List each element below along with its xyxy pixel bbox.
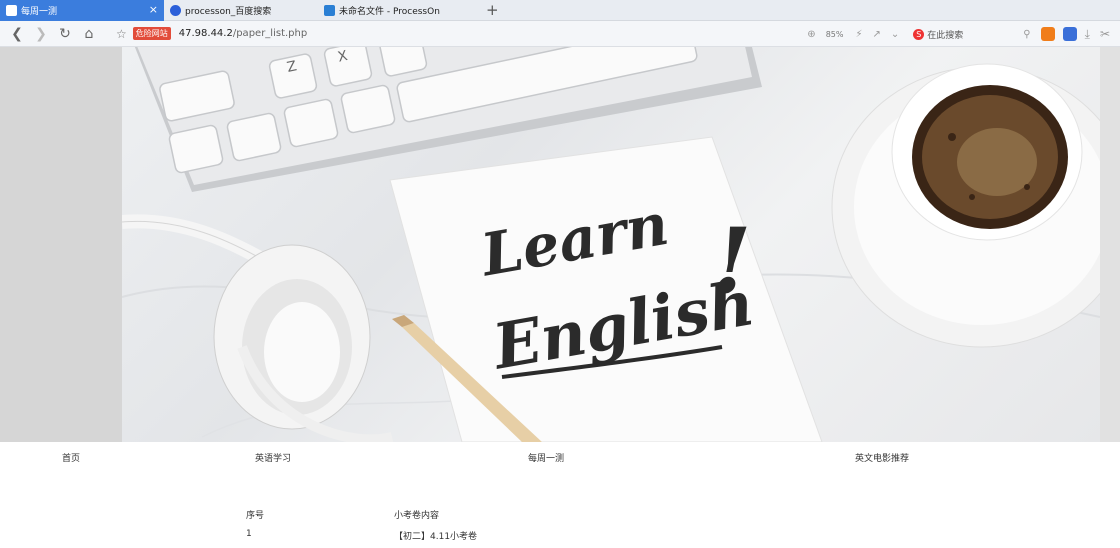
search-engine[interactable]: S 在此搜索 xyxy=(913,28,963,41)
tab-label: 每周一测 xyxy=(21,7,58,17)
table-header-content: 小考卷内容 xyxy=(394,511,440,521)
url-path: /paper_list.php xyxy=(232,28,308,39)
sogou-icon: S xyxy=(913,28,925,40)
tab-strip: 每周一测 × processon_百度搜索 未命名文件 - ProcessOn … xyxy=(0,0,1120,21)
new-tab-button[interactable]: + xyxy=(486,0,499,21)
chevron-down-icon[interactable]: ⌄ xyxy=(891,29,899,40)
pdf-extension-icon[interactable] xyxy=(1062,27,1077,41)
danger-site-badge[interactable]: 危险网站 xyxy=(132,27,171,40)
site-favicon-icon xyxy=(6,5,17,16)
address-toolbar: ❮ ❯ ↻ ⌂ ☆ 危险网站 47.98.44.2/paper_list.php… xyxy=(0,21,1120,47)
tab-processon[interactable]: 未命名文件 - ProcessOn xyxy=(318,0,468,21)
table-header-index: 序号 xyxy=(246,511,265,521)
close-icon[interactable]: × xyxy=(149,3,158,16)
paper-card xyxy=(389,136,823,442)
tab-label: 未命名文件 - ProcessOn xyxy=(339,7,440,17)
tab-baidu-search[interactable]: processon_百度搜索 xyxy=(164,0,314,21)
tab-weekly-test[interactable]: 每周一测 × xyxy=(0,0,164,21)
tab-label: processon_百度搜索 xyxy=(185,7,272,17)
baidu-paw-icon xyxy=(170,5,181,16)
hero-banner: Z X Learn English ! xyxy=(0,47,1120,442)
banner-side-margin xyxy=(1100,47,1120,442)
row-index: 1 xyxy=(246,529,252,539)
lightning-icon[interactable]: ⚡ xyxy=(855,29,862,40)
coffee-cup-image xyxy=(831,63,1100,348)
nav-english-study[interactable]: 英语学习 xyxy=(255,451,291,464)
search-placeholder: 在此搜索 xyxy=(927,30,964,41)
nav-movie-recommend[interactable]: 英文电影推荐 xyxy=(855,451,909,464)
zoom-icon[interactable]: ⊕ xyxy=(807,29,815,40)
share-icon[interactable]: ↗ xyxy=(873,29,881,40)
banner-exclaim-text: ! xyxy=(712,208,752,314)
toolbar-right: ⊕ 85% ⚡ ↗ ⌄ S 在此搜索 ⚲ ⤓ ✂ xyxy=(807,21,1120,47)
search-icon[interactable]: ⚲ xyxy=(1023,29,1030,40)
row-paper-link[interactable]: 【初二】4.11小考卷 xyxy=(394,529,477,542)
nav-home[interactable]: 首页 xyxy=(62,451,80,464)
back-icon[interactable]: ❮ xyxy=(10,21,24,47)
download-icon[interactable]: ⤓ xyxy=(1085,27,1090,42)
bookmark-star-icon[interactable]: ☆ xyxy=(116,27,127,41)
zoom-level[interactable]: 85% xyxy=(826,30,844,39)
headphones-image xyxy=(122,214,394,442)
banner-image: Z X Learn English ! xyxy=(122,47,1100,442)
forward-icon[interactable]: ❯ xyxy=(34,21,48,47)
url-host: 47.98.44.2 xyxy=(178,28,233,39)
learn-english-illustration: Z X Learn English ! xyxy=(122,47,1100,442)
scissors-icon[interactable]: ✂ xyxy=(1100,27,1110,41)
processon-icon xyxy=(324,5,335,16)
reload-icon[interactable]: ↻ xyxy=(58,21,72,47)
game-extension-icon[interactable] xyxy=(1040,27,1055,41)
site-nav: 首页 英语学习 每周一测 英文电影推荐 xyxy=(0,442,1120,472)
home-icon[interactable]: ⌂ xyxy=(82,21,96,47)
address-field[interactable]: 47.98.44.2/paper_list.php xyxy=(179,28,307,39)
nav-weekly-test[interactable]: 每周一测 xyxy=(528,451,564,464)
